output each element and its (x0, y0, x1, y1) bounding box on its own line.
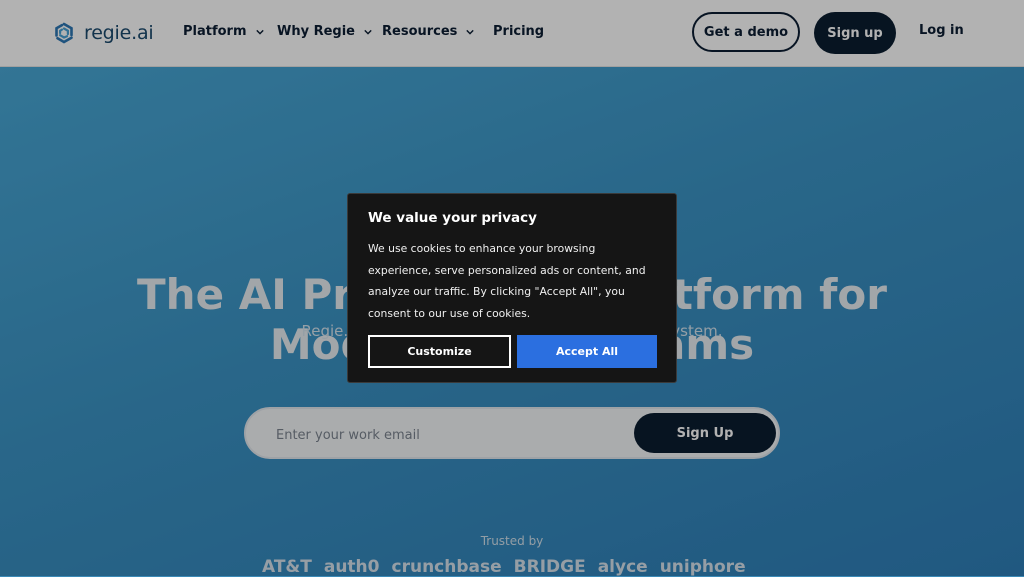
page: The AI Prospecting Platform for Modern S… (0, 0, 1024, 577)
cookie-consent-dialog: We value your privacy We use cookies to … (347, 193, 677, 383)
cookie-title: We value your privacy (368, 210, 537, 226)
cookie-body-text: We use cookies to enhance your browsing … (368, 242, 646, 320)
customize-button[interactable]: Customize (368, 335, 511, 368)
accept-all-button[interactable]: Accept All (517, 335, 657, 368)
